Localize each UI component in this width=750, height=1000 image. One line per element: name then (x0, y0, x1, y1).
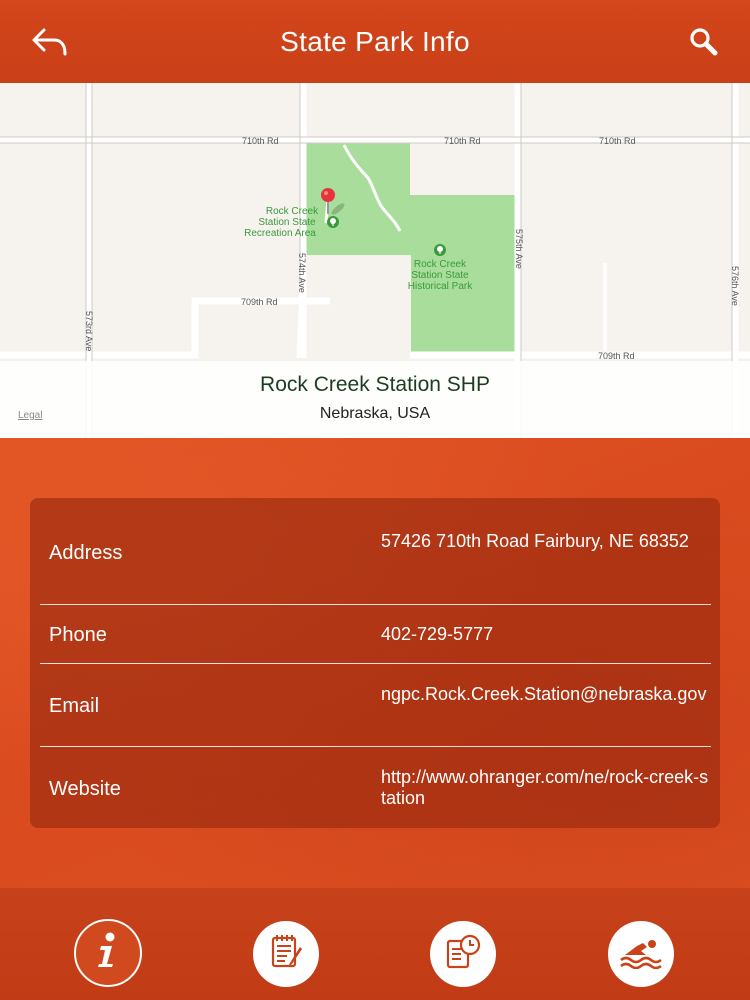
tab-activities[interactable] (608, 921, 674, 987)
info-icon (93, 931, 123, 976)
tab-notes[interactable] (253, 921, 319, 987)
map-info-panel: Rock Creek Station SHP Nebraska, USA (0, 361, 750, 438)
address-value[interactable]: 57426 710th Road Fairbury, NE 68352 (381, 531, 711, 552)
recreation-area-polygon (305, 143, 518, 357)
notes-icon (267, 933, 305, 976)
address-row: Address 57426 710th Road Fairbury, NE 68… (40, 498, 711, 605)
road-label-710-left: 710th Rd (242, 136, 279, 146)
legal-link[interactable]: Legal (18, 410, 42, 421)
road-label-575: 575th Ave (514, 229, 524, 269)
road-label-574: 574th Ave (297, 253, 307, 293)
email-row: Email ngpc.Rock.Creek.Station@nebraska.g… (40, 664, 711, 747)
road-label-709-left: 709th Rd (241, 297, 278, 307)
tree-icon (434, 244, 446, 256)
park-map[interactable]: 710th Rd 710th Rd 710th Rd 709th Rd 709t… (0, 83, 750, 438)
recreation-area-label-1: Rock Creek (266, 206, 319, 217)
road-label-710-right: 710th Rd (599, 136, 636, 146)
road-label-709-right: 709th Rd (598, 351, 635, 361)
website-row: Website http://www.ohranger.com/ne/rock-… (40, 747, 711, 828)
search-icon[interactable] (688, 26, 720, 58)
details-card: Address 57426 710th Road Fairbury, NE 68… (30, 498, 720, 828)
address-label: Address (49, 542, 123, 564)
phone-value[interactable]: 402-729-5777 (381, 624, 711, 645)
email-value[interactable]: ngpc.Rock.Creek.Station@nebraska.gov (381, 684, 711, 705)
tree-icon (327, 216, 339, 228)
schedule-icon (444, 933, 482, 976)
road-label-573: 573rd Ave (84, 311, 94, 351)
road-label-710-mid: 710th Rd (444, 136, 481, 146)
website-value[interactable]: http://www.ohranger.com/ne/rock-creek-st… (381, 767, 711, 809)
historical-park-label-3: Historical Park (408, 281, 473, 292)
historical-park-label-1: Rock Creek (414, 259, 467, 270)
website-label: Website (49, 778, 121, 800)
phone-label: Phone (49, 624, 107, 646)
phone-row: Phone 402-729-5777 (40, 605, 711, 664)
tab-schedule[interactable] (430, 921, 496, 987)
tab-info[interactable] (74, 919, 142, 987)
back-arrow-icon[interactable] (30, 26, 70, 58)
details-section: Address 57426 710th Road Fairbury, NE 68… (0, 438, 750, 888)
bottom-tab-bar (0, 888, 750, 1000)
recreation-area-label-2: Station State (258, 217, 316, 228)
park-location: Nebraska, USA (319, 405, 431, 422)
road-label-576: 576th Ave (730, 266, 740, 306)
page-title: State Park Info (280, 25, 470, 57)
email-label: Email (49, 695, 100, 717)
historical-park-label-2: Station State (411, 270, 469, 281)
swimming-icon (619, 935, 663, 974)
park-name: Rock Creek Station SHP (260, 373, 490, 396)
header-bar: State Park Info (0, 0, 750, 83)
recreation-area-label-3: Recreation Area (244, 228, 316, 239)
